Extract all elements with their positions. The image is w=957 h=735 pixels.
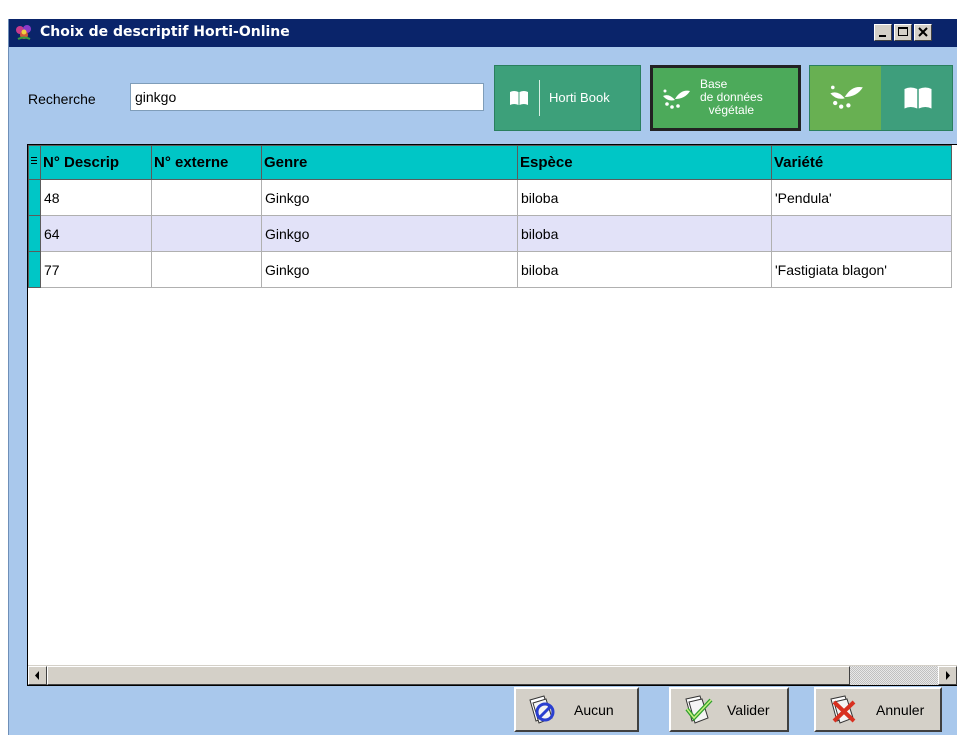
search-label: Recherche — [28, 91, 96, 107]
horizontal-scrollbar[interactable] — [28, 665, 957, 685]
annuler-label: Annuler — [876, 702, 925, 718]
plant-sprout-icon — [830, 85, 863, 109]
table-row[interactable]: 64 Ginkgo biloba — [28, 215, 952, 252]
cell-n-descrip[interactable]: 64 — [40, 215, 152, 252]
results-table: N° Descrip N° externe Genre Espèce Varié… — [28, 145, 952, 288]
minimize-icon — [879, 35, 886, 37]
row-indicator[interactable] — [28, 179, 41, 216]
cell-n-descrip[interactable]: 48 — [40, 179, 152, 216]
column-header-variete[interactable]: Variété — [771, 145, 952, 180]
dialog-window: Choix de descriptif Horti-Online Recherc… — [8, 19, 957, 735]
window-title: Choix de descriptif Horti-Online — [40, 24, 290, 40]
horti-book-button[interactable]: Horti Book — [494, 65, 641, 131]
valider-label: Valider — [727, 702, 770, 718]
cell-variete[interactable]: 'Fastigiata blagon' — [771, 251, 952, 288]
base-donnees-vegetale-button[interactable]: Base de données végétale — [650, 65, 801, 131]
scroll-left-button[interactable] — [28, 666, 47, 685]
maximize-icon — [898, 27, 908, 36]
column-header-n-externe[interactable]: N° externe — [151, 145, 262, 180]
column-header-espece[interactable]: Espèce — [517, 145, 772, 180]
annuler-button[interactable]: Annuler — [814, 687, 942, 732]
search-input[interactable] — [130, 83, 484, 111]
cell-variete[interactable] — [771, 215, 952, 252]
close-icon — [918, 27, 928, 37]
results-grid[interactable]: N° Descrip N° externe Genre Espèce Varié… — [27, 144, 957, 686]
base-donnees-line3: végétale — [708, 103, 755, 117]
arrow-left-icon — [35, 671, 39, 680]
cell-espece[interactable]: biloba — [517, 215, 772, 252]
aucun-button[interactable]: Aucun — [514, 687, 639, 732]
row-indicator[interactable] — [28, 251, 41, 288]
open-book-icon — [904, 87, 932, 109]
cell-genre[interactable]: Ginkgo — [261, 215, 518, 252]
cell-n-descrip[interactable]: 77 — [40, 251, 152, 288]
cell-variete[interactable]: 'Pendula' — [771, 179, 952, 216]
open-book-icon — [510, 91, 528, 105]
scrollbar-thumb[interactable] — [47, 666, 850, 685]
scroll-right-button[interactable] — [938, 666, 957, 685]
cross-icon — [830, 695, 856, 724]
maximize-button[interactable] — [894, 24, 912, 41]
cell-n-externe[interactable] — [151, 251, 262, 288]
table-row[interactable]: 77 Ginkgo biloba 'Fastigiata blagon' — [28, 251, 952, 288]
table-header-row: N° Descrip N° externe Genre Espèce Varié… — [28, 145, 952, 180]
cell-genre[interactable]: Ginkgo — [261, 179, 518, 216]
horti-book-label: Horti Book — [549, 90, 610, 105]
title-bar[interactable]: Choix de descriptif Horti-Online — [9, 19, 957, 47]
cell-n-externe[interactable] — [151, 215, 262, 252]
row-selector-header[interactable] — [28, 145, 41, 180]
minimize-button[interactable] — [874, 24, 892, 41]
column-header-n-descrip[interactable]: N° Descrip — [40, 145, 152, 180]
plant-sprout-icon — [663, 89, 690, 109]
combined-source-button[interactable] — [809, 65, 953, 131]
cell-espece[interactable]: biloba — [517, 179, 772, 216]
combo-plant-section — [810, 66, 881, 130]
cell-genre[interactable]: Ginkgo — [261, 251, 518, 288]
row-indicator[interactable] — [28, 215, 41, 252]
scrollbar-track[interactable] — [850, 666, 938, 685]
cell-espece[interactable]: biloba — [517, 251, 772, 288]
close-button[interactable] — [914, 24, 932, 41]
arrow-right-icon — [946, 671, 950, 680]
column-header-genre[interactable]: Genre — [261, 145, 518, 180]
aucun-label: Aucun — [574, 702, 614, 718]
app-flower-icon — [16, 25, 31, 40]
checkmark-icon — [685, 695, 713, 724]
grid-menu-icon — [31, 157, 37, 164]
valider-button[interactable]: Valider — [669, 687, 789, 732]
base-donnees-label: Base de données végétale — [700, 78, 763, 117]
separator — [539, 80, 540, 116]
table-row[interactable]: 48 Ginkgo biloba 'Pendula' — [28, 179, 952, 216]
cancel-document-icon — [529, 695, 555, 724]
cell-n-externe[interactable] — [151, 179, 262, 216]
